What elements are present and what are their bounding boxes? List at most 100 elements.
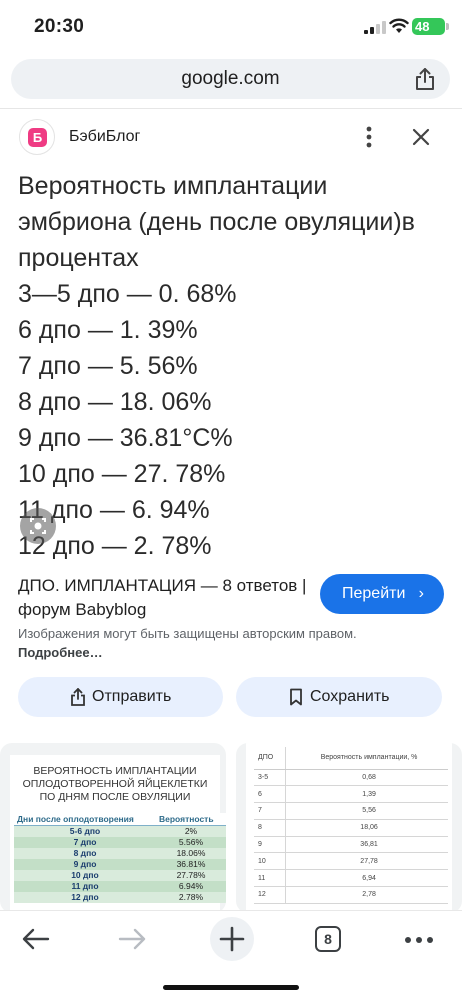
table-row: 7 дпо 5.56% bbox=[14, 836, 226, 848]
more-info-link[interactable]: Подробнее… bbox=[18, 645, 103, 660]
source-row: Б БэбиБлог bbox=[0, 110, 462, 164]
image-text-line: 9 дпо — 36.81°С% bbox=[18, 424, 233, 452]
table-row: 8 18,06 bbox=[254, 819, 448, 837]
status-time: 20:30 bbox=[34, 16, 85, 37]
table-cell: 2,78 bbox=[285, 886, 448, 904]
save-label: Сохранить bbox=[310, 688, 390, 705]
table-row: 10 27,78 bbox=[254, 852, 448, 871]
table-cell: 18,06 bbox=[285, 819, 448, 837]
chevron-right-icon: › bbox=[418, 585, 424, 602]
table-row: 12 2,78 bbox=[254, 886, 448, 904]
favicon-logo: Б bbox=[28, 128, 47, 147]
source-name[interactable]: БэбиБлог bbox=[69, 128, 140, 146]
table-cell: 8 дпо bbox=[14, 847, 156, 859]
table-cell: 11 bbox=[254, 869, 286, 888]
send-label: Отправить bbox=[92, 688, 172, 705]
goto-button[interactable]: Перейти › bbox=[320, 574, 444, 614]
table-header: ДПО bbox=[254, 747, 286, 770]
table-row: 11 дпо 6.94% bbox=[14, 880, 226, 892]
thumbnail-table: Дни после оплодотворения Вероятность 5-6… bbox=[14, 813, 226, 903]
table-cell: 9 bbox=[254, 836, 286, 854]
share-icon[interactable] bbox=[414, 67, 436, 91]
table-row: 11 6,94 bbox=[254, 869, 448, 888]
image-text-line: Вероятность имплантации bbox=[18, 172, 328, 200]
table-cell: 1,39 bbox=[285, 785, 448, 804]
table-cell: 5.56% bbox=[155, 836, 226, 848]
image-text-line: 11 дпо — 6. 94% bbox=[18, 496, 210, 524]
table-cell: 0,68 bbox=[285, 769, 448, 787]
table-cell: 36,81 bbox=[285, 836, 448, 854]
thumbnail-title: ВЕРОЯТНОСТЬ ИМПЛАНТАЦИИ ОПЛОДОТВОРЕННОЙ … bbox=[22, 765, 208, 803]
goto-label: Перейти bbox=[342, 585, 406, 602]
table-row: 8 дпо 18.06% bbox=[14, 847, 226, 859]
table-cell: 2.78% bbox=[155, 891, 226, 903]
table-row: 6 1,39 bbox=[254, 785, 448, 804]
home-indicator[interactable] bbox=[163, 985, 299, 990]
table-row: 9 дпо 36.81% bbox=[14, 858, 226, 870]
table-cell: 12 bbox=[254, 886, 286, 904]
table-cell: 10 дпо bbox=[14, 869, 156, 881]
preview-image[interactable]: Вероятность имплантации эмбриона (день п… bbox=[0, 164, 462, 564]
table-cell: 18.06% bbox=[155, 847, 226, 859]
divider bbox=[0, 108, 462, 109]
table-header: Вероятность имплантации, % bbox=[285, 747, 448, 770]
image-text-line: 6 дпо — 1. 39% bbox=[18, 316, 198, 344]
table-row: 10 дпо 27.78% bbox=[14, 869, 226, 881]
image-text-line: 12 дпо — 2. 78% bbox=[18, 532, 212, 560]
status-bar: 20:30 48 bbox=[0, 0, 462, 56]
table-cell: 10 bbox=[254, 852, 286, 871]
table-header: Дни после оплодотворения bbox=[14, 813, 156, 826]
signal-icon bbox=[364, 21, 386, 34]
forward-arrow-icon[interactable] bbox=[118, 927, 146, 951]
more-horiz-icon[interactable] bbox=[404, 936, 434, 944]
table-cell: 8 bbox=[254, 819, 286, 837]
table-row: 9 36,81 bbox=[254, 836, 448, 854]
image-text-line: процентах bbox=[18, 244, 139, 272]
lens-icon bbox=[30, 518, 46, 534]
image-text-line: 7 дпо — 5. 56% bbox=[18, 352, 198, 380]
table-cell: 7 дпо bbox=[14, 836, 156, 848]
address-bar[interactable]: google.com bbox=[11, 59, 450, 99]
more-vert-icon[interactable] bbox=[358, 124, 380, 150]
image-text-line: эмбриона (день после овуляции)в bbox=[18, 208, 415, 236]
table-row: 12 дпо 2.78% bbox=[14, 891, 226, 903]
table-cell: 27.78% bbox=[155, 869, 226, 881]
close-icon[interactable] bbox=[411, 127, 431, 147]
table-cell: 5,56 bbox=[285, 802, 448, 820]
related-image-1[interactable]: ВЕРОЯТНОСТЬ ИМПЛАНТАЦИИ ОПЛОДОТВОРЕННОЙ … bbox=[0, 743, 226, 913]
image-text-line: 10 дпо — 27. 78% bbox=[18, 460, 226, 488]
new-tab-button[interactable] bbox=[210, 917, 254, 961]
page: 20:30 48 google.com Б БэбиБлог Вероятнос… bbox=[0, 0, 462, 1000]
table-cell: 5-6 дпо bbox=[14, 825, 156, 837]
tabs-button[interactable]: 8 bbox=[315, 926, 341, 952]
bookmark-icon bbox=[290, 688, 302, 706]
table-cell: 6.94% bbox=[155, 880, 226, 892]
lens-button[interactable] bbox=[20, 508, 56, 544]
related-image-2[interactable]: ДПО Вероятность имплантации, % 3-5 0,68 6… bbox=[236, 743, 462, 913]
table-cell: 11 дпо bbox=[14, 880, 156, 892]
battery-cap bbox=[446, 23, 449, 30]
table-cell: 2% bbox=[155, 825, 226, 837]
back-arrow-icon[interactable] bbox=[22, 927, 50, 951]
table-cell: 3-5 bbox=[254, 769, 286, 787]
url-text[interactable]: google.com bbox=[11, 68, 450, 90]
site-favicon[interactable]: Б bbox=[19, 119, 55, 155]
save-button[interactable]: Сохранить bbox=[236, 677, 442, 717]
image-text-line: 8 дпо — 18. 06% bbox=[18, 388, 212, 416]
thumbnail-card: ВЕРОЯТНОСТЬ ИМПЛАНТАЦИИ ОПЛОДОТВОРЕННОЙ … bbox=[10, 755, 226, 913]
copyright-text: Изображения могут быть защищены авторски… bbox=[18, 626, 357, 641]
table-cell: 12 дпо bbox=[14, 891, 156, 903]
table-cell: 27,78 bbox=[285, 852, 448, 871]
thumbnail-card: ДПО Вероятность имплантации, % 3-5 0,68 6… bbox=[246, 743, 452, 913]
thumbnail-table: ДПО Вероятность имплантации, % 3-5 0,68 6… bbox=[254, 747, 448, 904]
wifi-icon bbox=[389, 18, 409, 33]
send-button[interactable]: Отправить bbox=[18, 677, 223, 717]
table-cell: 9 дпо bbox=[14, 858, 156, 870]
table-row: 3-5 0,68 bbox=[254, 769, 448, 787]
copyright-notice: Изображения могут быть защищены авторски… bbox=[18, 624, 438, 662]
plus-icon bbox=[219, 926, 245, 952]
table-cell: 6 bbox=[254, 785, 286, 804]
result-title[interactable]: ДПО. ИМПЛАНТАЦИЯ — 8 ответов | форум Bab… bbox=[18, 574, 308, 622]
table-cell: 36.81% bbox=[155, 858, 226, 870]
table-cell: 6,94 bbox=[285, 869, 448, 888]
